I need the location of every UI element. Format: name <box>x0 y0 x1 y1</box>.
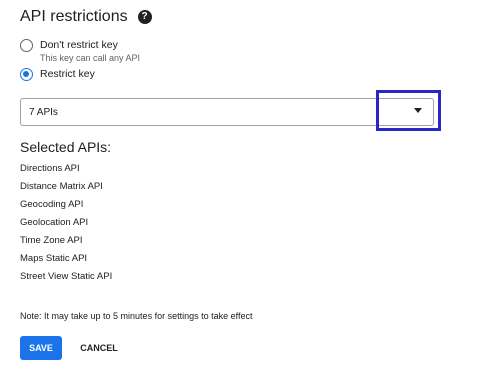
list-item: Street View Static API <box>20 271 113 282</box>
radio-button-checked[interactable] <box>20 68 33 81</box>
radio-dont-restrict-key[interactable]: Don't restrict key This key can call any… <box>20 38 140 64</box>
cancel-button[interactable]: CANCEL <box>72 336 126 360</box>
save-button[interactable]: SAVE <box>20 336 62 360</box>
settings-note: Note: It may take up to 5 minutes for se… <box>20 311 253 321</box>
list-item: Geolocation API <box>20 217 89 228</box>
radio-button-unchecked[interactable] <box>20 39 33 52</box>
radio-labels: Restrict key <box>40 67 95 81</box>
dropdown-arrow-icon[interactable] <box>414 108 422 113</box>
radio-labels: Don't restrict key This key can call any… <box>40 38 140 64</box>
help-icon[interactable]: ? <box>137 10 152 24</box>
list-item: Directions API <box>20 163 80 174</box>
radio-restrict-key[interactable]: Restrict key <box>20 67 95 81</box>
selected-apis-list: Directions API Distance Matrix API Geoco… <box>20 162 112 288</box>
api-select-dropdown[interactable]: 7 APIs <box>20 98 434 126</box>
selected-apis-title: Selected APIs: <box>20 139 112 155</box>
radio-label: Don't restrict key <box>40 39 118 51</box>
section-title: API restrictions <box>20 8 128 25</box>
api-restrictions-header: API restrictions ? <box>20 8 152 26</box>
list-item: Maps Static API <box>20 253 88 264</box>
select-value: 7 APIs <box>29 106 58 118</box>
radio-label: Restrict key <box>40 68 95 80</box>
list-item: Time Zone API <box>20 235 83 246</box>
list-item: Distance Matrix API <box>20 181 103 192</box>
radio-sublabel: This key can call any API <box>40 53 141 63</box>
list-item: Geocoding API <box>20 199 84 210</box>
